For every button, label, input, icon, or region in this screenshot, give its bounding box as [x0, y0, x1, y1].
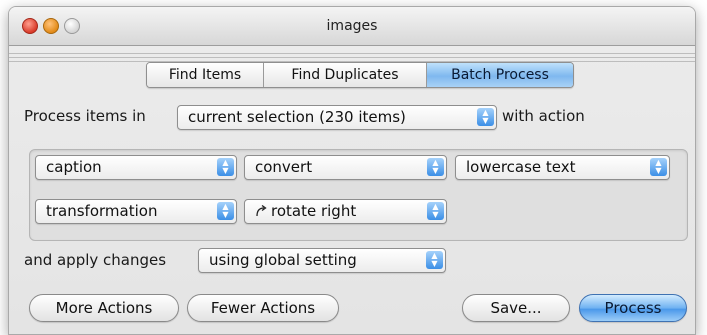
action-operation-popup[interactable]: convert ▲ ▼ — [244, 155, 447, 180]
action-target-value: transformation — [46, 202, 158, 220]
tab-find-items[interactable]: Find Items — [147, 63, 264, 87]
updown-arrows-icon: ▲ ▼ — [427, 158, 444, 176]
save-button[interactable]: Save... — [462, 294, 570, 322]
title-bar: images — [9, 7, 695, 46]
window-title: images — [326, 18, 378, 34]
action-option-value: lowercase text — [466, 158, 576, 176]
updown-arrows-icon: ▲ ▼ — [650, 158, 667, 176]
action-target-popup[interactable]: transformation ▲ ▼ — [35, 199, 237, 224]
action-target-value: caption — [46, 158, 102, 176]
action-operation-popup[interactable]: rotate right ▲ ▼ — [244, 199, 447, 224]
rotate-arrow-icon — [256, 205, 267, 217]
updown-arrows-icon: ▲ ▼ — [426, 251, 443, 269]
apply-mode-popup[interactable]: using global setting ▲ ▼ — [198, 248, 446, 273]
process-items-label: Process items in — [24, 107, 146, 125]
toolbar-divider — [9, 57, 695, 58]
fewer-actions-button[interactable]: Fewer Actions — [187, 294, 339, 322]
action-target-popup[interactable]: caption ▲ ▼ — [35, 155, 237, 180]
scope-popup-value: current selection (230 items) — [188, 108, 406, 126]
updown-arrows-icon: ▲ ▼ — [217, 158, 234, 176]
apply-changes-label: and apply changes — [24, 251, 167, 269]
action-option-popup[interactable]: lowercase text ▲ ▼ — [455, 155, 670, 180]
updown-arrows-icon: ▲ ▼ — [477, 108, 494, 126]
scope-popup[interactable]: current selection (230 items) ▲ ▼ — [177, 105, 497, 130]
updown-arrows-icon: ▲ ▼ — [217, 202, 234, 220]
app-window: images Find Items Find Duplicates Batch … — [8, 6, 696, 335]
updown-arrows-icon: ▲ ▼ — [427, 202, 444, 220]
action-operation-content: rotate right — [255, 202, 356, 220]
tab-find-duplicates[interactable]: Find Duplicates — [264, 63, 427, 87]
more-actions-button[interactable]: More Actions — [29, 294, 179, 322]
toolbar-divider — [9, 53, 695, 54]
mode-tabs: Find Items Find Duplicates Batch Process — [146, 62, 574, 88]
action-operation-value: convert — [255, 158, 313, 176]
tab-batch-process[interactable]: Batch Process — [427, 63, 573, 87]
apply-mode-value: using global setting — [209, 251, 357, 269]
process-button[interactable]: Process — [579, 294, 687, 322]
with-action-label: with action — [502, 107, 585, 125]
action-operation-value: rotate right — [271, 202, 357, 220]
